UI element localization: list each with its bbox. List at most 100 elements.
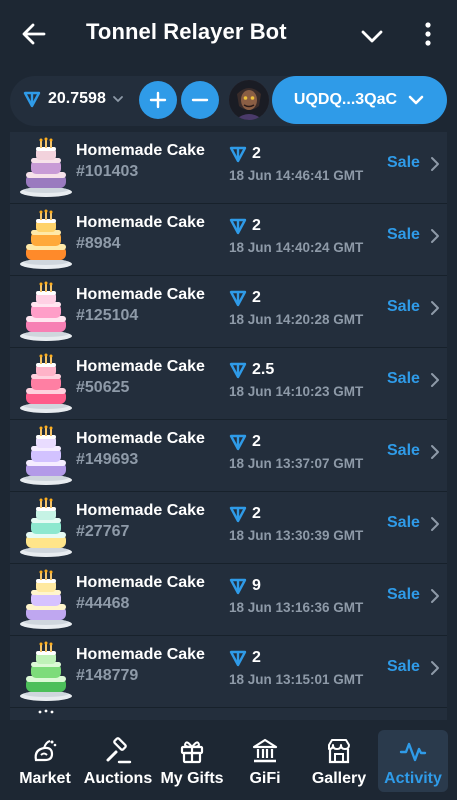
timestamp: 18 Jun 14:46:41 GMT [229, 168, 364, 183]
list-item[interactable]: Homemade Cake #44468 9 18 Jun 13:16:36 G… [10, 564, 447, 635]
timestamp: 18 Jun 14:10:23 GMT [229, 384, 364, 399]
chevron-down-icon[interactable] [358, 22, 386, 50]
sale-badge: Sale [387, 658, 420, 675]
list-item[interactable]: Homemade Cake #8984 2 18 Jun 14:40:24 GM… [10, 204, 447, 275]
gift-name: Homemade Cake [76, 574, 205, 591]
balance-value: 20.7598 [48, 90, 106, 107]
price: 2 [228, 288, 261, 308]
list-item[interactable]: Homemade Cake #125104 2 18 Jun 14:20:28 … [10, 276, 447, 347]
cake-image [20, 425, 72, 485]
price: 9 [228, 576, 261, 596]
bottom-navigation: Market Auctions My Gifts GiFi Gallery Ac… [0, 720, 457, 800]
market-icon [34, 740, 57, 762]
sale-badge: Sale [387, 514, 420, 531]
price: 2.5 [228, 360, 274, 380]
gift-name: Homemade Cake [76, 646, 205, 663]
nav-gallery[interactable]: Gallery [308, 730, 370, 792]
ton-icon [23, 91, 41, 108]
nav-my-gifts[interactable]: My Gifts [158, 730, 226, 792]
nav-activity[interactable]: Activity [378, 730, 448, 792]
chevron-right-icon [431, 589, 439, 603]
price-value: 2 [252, 433, 261, 450]
sale-badge: Sale [387, 586, 420, 603]
avatar-image [229, 80, 269, 120]
withdraw-button[interactable] [181, 81, 219, 119]
price: 2 [228, 216, 261, 236]
cake-image [20, 209, 72, 269]
plus-icon [149, 91, 167, 109]
gift-id: #125104 [76, 307, 139, 324]
ton-icon [229, 506, 247, 523]
price-value: 2.5 [252, 361, 275, 378]
nav-label: GiFi [249, 770, 281, 787]
nav-gifi[interactable]: GiFi [240, 730, 290, 792]
cake-image [20, 353, 72, 413]
timestamp: 18 Jun 13:15:01 GMT [229, 672, 364, 687]
chevron-right-icon [431, 229, 439, 243]
sale-badge: Sale [387, 442, 420, 459]
arrow-left-icon[interactable] [20, 20, 48, 48]
minus-icon [191, 98, 209, 102]
gift-id: #50625 [76, 379, 130, 396]
nav-label: My Gifts [160, 770, 224, 787]
timestamp: 18 Jun 13:37:07 GMT [229, 456, 364, 471]
chevron-right-icon [431, 157, 439, 171]
nav-label: Auctions [83, 770, 153, 787]
price-value: 2 [252, 505, 261, 522]
timestamp: 18 Jun 14:20:28 GMT [229, 312, 364, 327]
chevron-right-icon [431, 661, 439, 675]
gift-name: Homemade Cake [76, 142, 205, 159]
gavel-icon [106, 737, 132, 764]
activity-list[interactable]: Homemade Cake #101403 2 18 Jun 14:46:41 … [10, 132, 447, 720]
bank-icon [252, 738, 278, 763]
gift-name: Homemade Cake [76, 358, 205, 375]
chevron-right-icon [431, 517, 439, 531]
more-vertical-icon[interactable] [418, 20, 438, 48]
sale-badge: Sale [387, 298, 420, 315]
cake-image [20, 641, 72, 701]
ton-icon [229, 218, 247, 235]
wallet-address: UQDQ...3QaC [293, 91, 398, 108]
price-value: 2 [252, 289, 261, 306]
gift-name: Homemade Cake [76, 286, 205, 303]
chevron-right-icon [431, 301, 439, 315]
price-value: 2 [252, 145, 261, 162]
sale-badge: Sale [387, 370, 420, 387]
timestamp: 18 Jun 13:30:39 GMT [229, 528, 364, 543]
price: 2 [228, 648, 261, 668]
chevron-down-icon [408, 95, 424, 105]
list-item[interactable]: Homemade Cake #148779 2 18 Jun 13:15:01 … [10, 636, 447, 707]
store-icon [328, 739, 350, 764]
chevron-right-icon [431, 445, 439, 459]
gift-id: #27767 [76, 523, 130, 540]
wallet-address-button[interactable]: UQDQ...3QaC [272, 76, 447, 124]
list-item[interactable]: Homemade Cake #101403 2 18 Jun 14:46:41 … [10, 132, 447, 203]
sale-badge: Sale [387, 154, 420, 171]
page-title: Tonnel Relayer Bot [86, 19, 287, 44]
nav-market[interactable]: Market [14, 730, 76, 792]
cake-image [20, 569, 72, 629]
list-item[interactable]: Homemade Cake #27767 2 18 Jun 13:30:39 G… [10, 492, 447, 563]
timestamp: 18 Jun 14:40:24 GMT [229, 240, 364, 255]
price-value: 9 [252, 577, 261, 594]
ton-icon [229, 290, 247, 307]
app-header: Tonnel Relayer Bot [0, 0, 457, 68]
price: 2 [228, 144, 261, 164]
list-item[interactable]: Homemade Cake #50625 2.5 18 Jun 14:10:23… [10, 348, 447, 419]
price: 2 [228, 504, 261, 524]
ton-icon [229, 434, 247, 451]
gift-id: #8984 [76, 235, 121, 252]
cake-image [20, 137, 72, 197]
cake-image [38, 709, 54, 714]
list-item[interactable]: Homemade Cake #149693 2 18 Jun 13:37:07 … [10, 420, 447, 491]
nav-label: Activity [384, 770, 442, 787]
nav-label: Market [19, 770, 71, 787]
price: 2 [228, 432, 261, 452]
avatar[interactable] [229, 80, 269, 120]
balance-dropdown[interactable]: 20.7598 [22, 89, 124, 109]
ton-icon [229, 578, 247, 595]
chevron-down-icon [112, 96, 123, 103]
nav-auctions[interactable]: Auctions [82, 730, 154, 792]
deposit-button[interactable] [139, 81, 177, 119]
list-item[interactable] [10, 708, 447, 720]
